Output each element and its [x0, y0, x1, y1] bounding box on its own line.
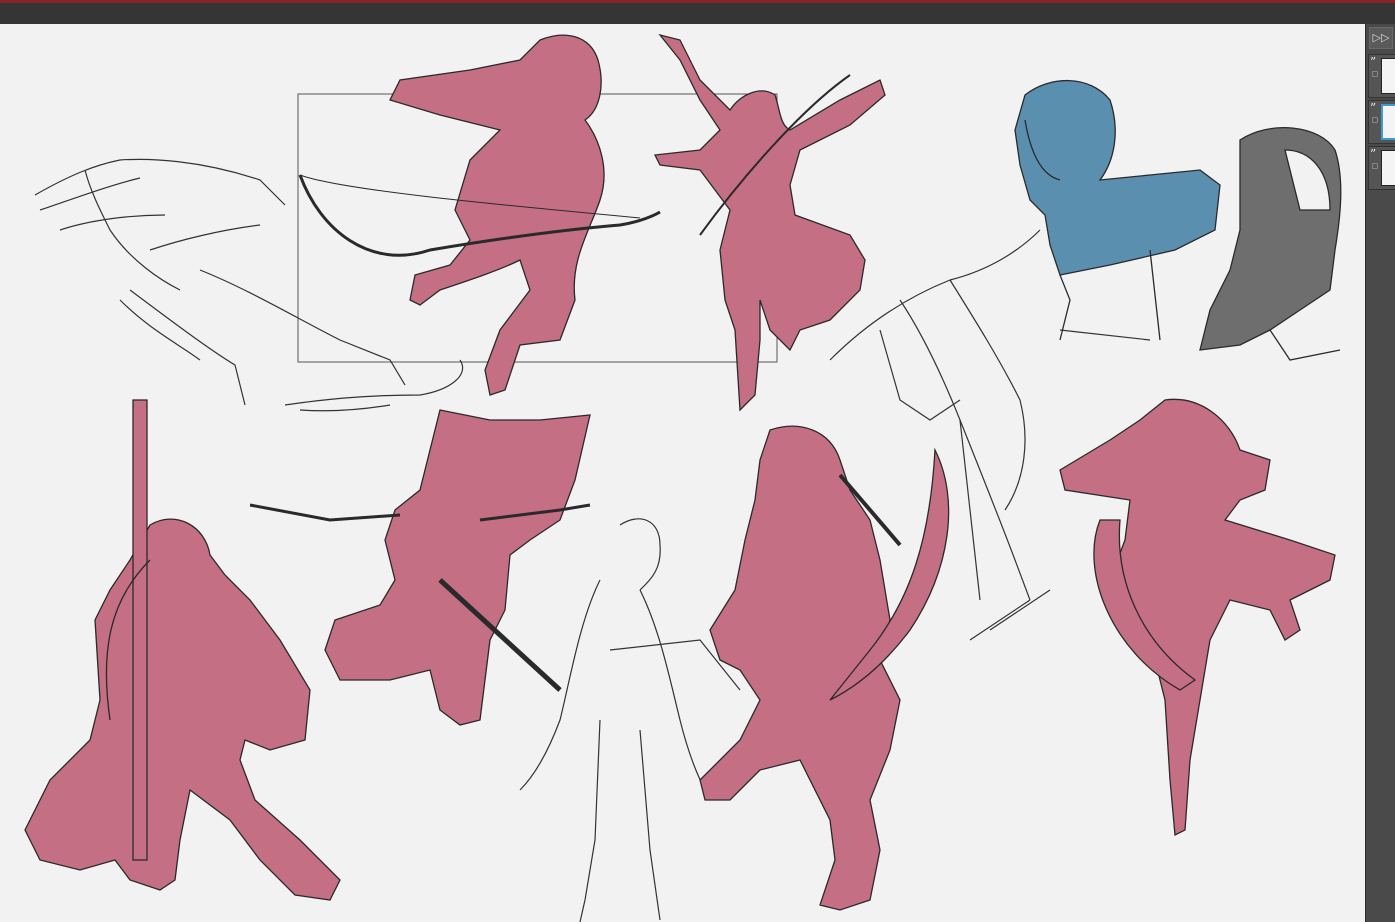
layer-visibility-icon[interactable]: ”	[1370, 55, 1376, 69]
layer-row[interactable]: ”	[1368, 54, 1395, 98]
layer-thumbnail	[1381, 150, 1395, 186]
layer-row[interactable]: ”	[1368, 146, 1395, 190]
layer-visibility-icon[interactable]: ”	[1370, 147, 1376, 161]
figure-sword-wielder	[699, 425, 950, 911]
sketch-artwork	[24, 33, 1342, 922]
lock-icon[interactable]	[1372, 71, 1378, 77]
layer-thumbnail	[1381, 104, 1395, 140]
sketch-standing-figure	[519, 518, 741, 922]
figure-kneeling-archer	[24, 399, 341, 901]
layers-panel: ▷▷ ” ” ”	[1365, 24, 1395, 922]
layer-thumbnail	[1381, 58, 1395, 94]
layer-visibility-icon[interactable]: ”	[1370, 101, 1376, 115]
figure-reaching-archer	[654, 33, 886, 412]
figure-hooded-archer	[1059, 398, 1336, 837]
portrait-blue-shaded	[1014, 79, 1221, 341]
lock-icon[interactable]	[1372, 163, 1378, 169]
figure-archer-leaping	[298, 34, 661, 396]
application-title-bar	[0, 0, 1395, 24]
sketch-running-figure	[34, 158, 464, 412]
double-chevron-right-icon[interactable]: ▷▷	[1369, 27, 1393, 49]
portrait-gray-hooded	[1199, 127, 1342, 361]
drawing-canvas[interactable]	[0, 24, 1365, 922]
lock-icon[interactable]	[1372, 117, 1378, 123]
layer-row-active[interactable]: ”	[1368, 100, 1395, 144]
